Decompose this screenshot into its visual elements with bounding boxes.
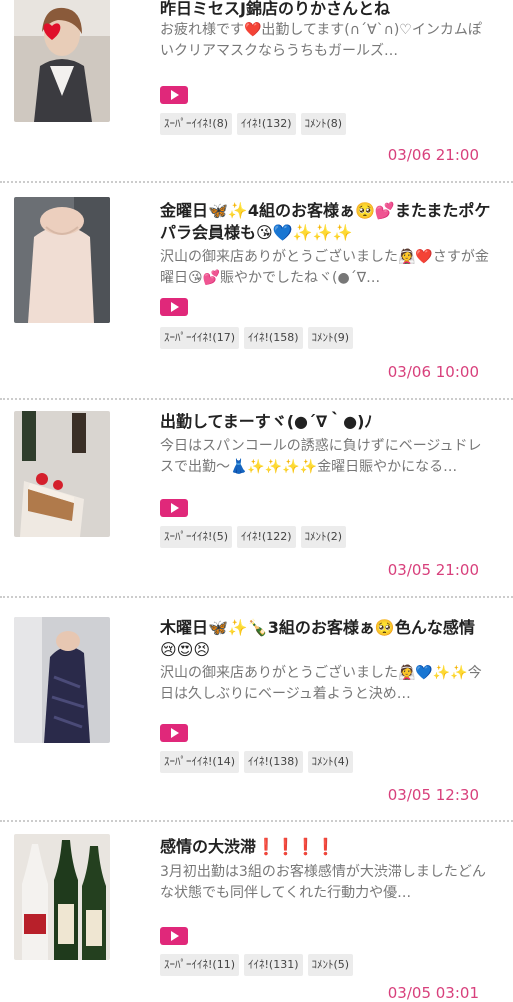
photo-cake-icon xyxy=(14,411,110,537)
post-date: 03/06 10:00 xyxy=(387,363,479,381)
blog-post[interactable]: 金曜日🦋✨4組のお客様ぁ🥺💕またまたポケパラ会員様も😘💙✨✨✨ 沢山の御来店あり… xyxy=(0,188,513,406)
divider xyxy=(0,181,513,183)
photo-woman-sequin-dress-icon xyxy=(14,617,110,743)
reaction-badges: ｽｰﾊﾟｰｲｲﾈ!(17) ｲｲﾈ!(158) ｺﾒﾝﾄ(9) xyxy=(160,327,354,349)
comment-badge[interactable]: ｺﾒﾝﾄ(8) xyxy=(300,113,347,135)
blog-post[interactable]: 出勤してまーすヾ(●´∇｀●)ﾉ 今日はスパンコールの誘惑に負けずにベージュドレ… xyxy=(0,406,513,606)
blog-post[interactable]: 木曜日🦋✨🍾3組のお客様ぁ🥺色んな感情😢😍😣 沢山の御来店ありがとうございました… xyxy=(0,606,513,824)
reaction-badges: ｽｰﾊﾟｰｲｲﾈ!(5) ｲｲﾈ!(122) ｺﾒﾝﾄ(2) xyxy=(160,526,347,548)
post-title[interactable]: 金曜日🦋✨4組のお客様ぁ🥺💕またまたポケパラ会員様も😘💙✨✨✨ xyxy=(160,200,491,244)
post-title[interactable]: 昨日ミセスJ錦店のりかさんとね xyxy=(160,0,491,20)
post-thumbnail[interactable] xyxy=(14,411,110,537)
post-date: 03/05 12:30 xyxy=(387,786,479,804)
post-excerpt: 沢山の御来店ありがとうございました👰❤️さすが金曜日😘💕賑やかでしたねヾ(●´∇… xyxy=(160,249,489,286)
comment-badge[interactable]: ｺﾒﾝﾄ(9) xyxy=(307,327,354,349)
post-excerpt: お疲れ様です❤️出勤してます(∩´∀`∩)♡インカムぽいクリアマスクならうちもガ… xyxy=(160,22,482,59)
post-title[interactable]: 出勤してまーすヾ(●´∇｀●)ﾉ xyxy=(160,411,491,433)
post-excerpt: 沢山の御来店ありがとうございました👰💙✨✨今日は久しぶりにベージュ着ようと決め… xyxy=(160,665,482,702)
post-thumbnail[interactable] xyxy=(14,617,110,743)
post-date: 03/06 21:00 xyxy=(387,146,479,164)
post-thumbnail[interactable] xyxy=(14,0,110,122)
blog-feed: 昨日ミセスJ錦店のりかさんとね お疲れ様です❤️出勤してます(∩´∀`∩)♡イン… xyxy=(0,0,513,1002)
photo-bottles-icon xyxy=(14,834,110,960)
super-like-badge[interactable]: ｽｰﾊﾟｰｲｲﾈ!(17) xyxy=(160,327,239,349)
like-badge[interactable]: ｲｲﾈ!(131) xyxy=(244,954,303,976)
post-excerpt: 3月初出勤は3組のお客様感情が大渋滞しましたどんな状態でも同伴してくれた行動力や… xyxy=(160,864,486,901)
photo-woman-dress-icon xyxy=(14,197,110,323)
post-title[interactable]: 木曜日🦋✨🍾3組のお客様ぁ🥺色んな感情😢😍😣 xyxy=(160,617,491,661)
post-date: 03/05 21:00 xyxy=(387,561,479,579)
play-icon[interactable] xyxy=(160,499,188,517)
play-icon[interactable] xyxy=(160,298,188,316)
reaction-badges: ｽｰﾊﾟｰｲｲﾈ!(8) ｲｲﾈ!(132) ｺﾒﾝﾄ(8) xyxy=(160,113,347,135)
photo-woman-office-icon xyxy=(14,0,110,122)
super-like-badge[interactable]: ｽｰﾊﾟｰｲｲﾈ!(5) xyxy=(160,526,232,548)
comment-badge[interactable]: ｺﾒﾝﾄ(4) xyxy=(307,751,354,773)
super-like-badge[interactable]: ｽｰﾊﾟｰｲｲﾈ!(14) xyxy=(160,751,239,773)
reaction-badges: ｽｰﾊﾟｰｲｲﾈ!(11) ｲｲﾈ!(131) ｺﾒﾝﾄ(5) xyxy=(160,954,354,976)
blog-post[interactable]: 昨日ミセスJ錦店のりかさんとね お疲れ様です❤️出勤してます(∩´∀`∩)♡イン… xyxy=(0,0,513,188)
divider xyxy=(0,820,513,822)
play-icon[interactable] xyxy=(160,927,188,945)
play-icon[interactable] xyxy=(160,724,188,742)
play-icon[interactable] xyxy=(160,86,188,104)
post-thumbnail[interactable] xyxy=(14,197,110,323)
like-badge[interactable]: ｲｲﾈ!(122) xyxy=(237,526,296,548)
like-badge[interactable]: ｲｲﾈ!(158) xyxy=(244,327,303,349)
post-title[interactable]: 感情の大渋滞❗️❗️❗️❗️ xyxy=(160,836,491,858)
post-thumbnail[interactable] xyxy=(14,834,110,960)
divider xyxy=(0,596,513,598)
divider xyxy=(0,398,513,400)
post-date: 03/05 03:01 xyxy=(387,984,479,1002)
like-badge[interactable]: ｲｲﾈ!(138) xyxy=(244,751,303,773)
blog-post[interactable]: 感情の大渋滞❗️❗️❗️❗️ 3月初出勤は3組のお客様感情が大渋滞しましたどんな… xyxy=(0,824,513,1002)
comment-badge[interactable]: ｺﾒﾝﾄ(5) xyxy=(307,954,354,976)
post-excerpt: 今日はスパンコールの誘惑に負けずにベージュドレスで出勤〜👗✨✨✨✨金曜日賑やかに… xyxy=(160,438,482,475)
comment-badge[interactable]: ｺﾒﾝﾄ(2) xyxy=(300,526,347,548)
reaction-badges: ｽｰﾊﾟｰｲｲﾈ!(14) ｲｲﾈ!(138) ｺﾒﾝﾄ(4) xyxy=(160,751,354,773)
super-like-badge[interactable]: ｽｰﾊﾟｰｲｲﾈ!(8) xyxy=(160,113,232,135)
super-like-badge[interactable]: ｽｰﾊﾟｰｲｲﾈ!(11) xyxy=(160,954,239,976)
like-badge[interactable]: ｲｲﾈ!(132) xyxy=(237,113,296,135)
